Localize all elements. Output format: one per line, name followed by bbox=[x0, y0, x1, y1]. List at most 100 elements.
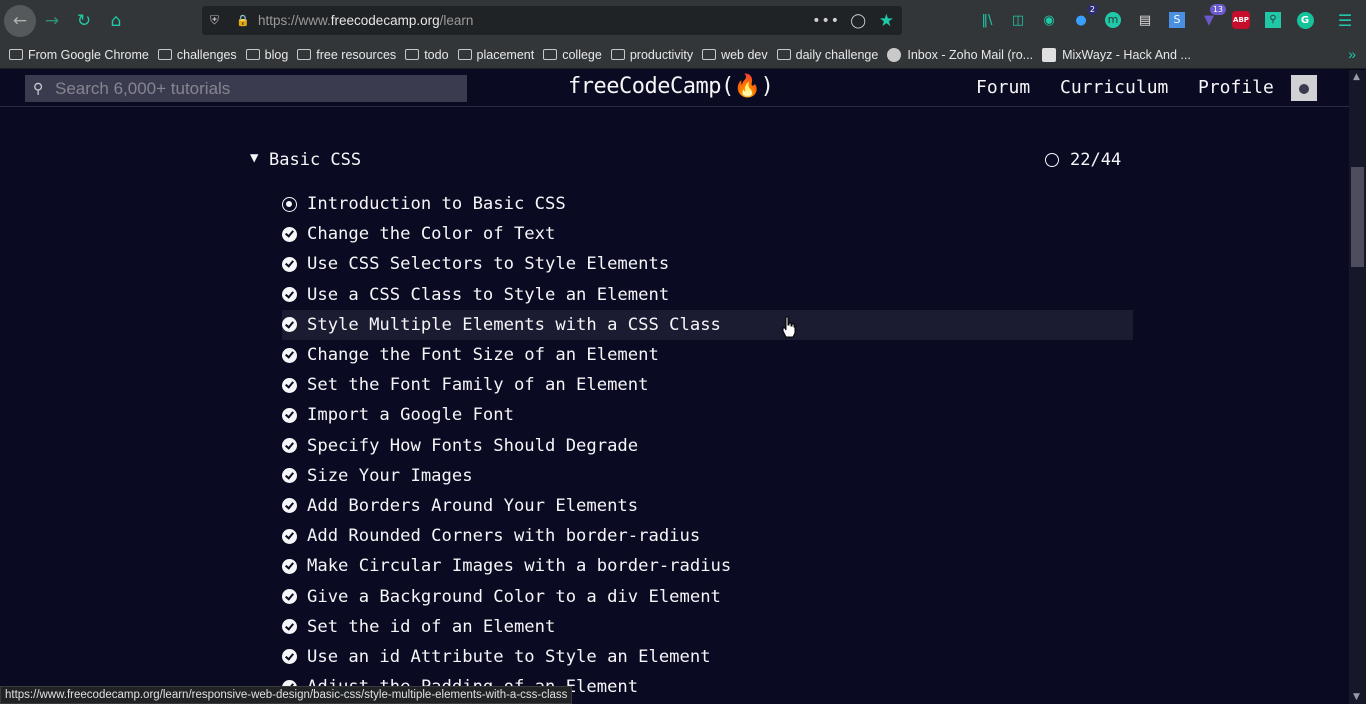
address-bar[interactable]: ⛨ 🔒 https://www.freecodecamp.org/learn •… bbox=[202, 6, 902, 35]
nav-curriculum-link[interactable]: Curriculum bbox=[1060, 77, 1168, 98]
bookmarks-overflow-icon[interactable]: » bbox=[1348, 46, 1356, 62]
bookmark-college[interactable]: college bbox=[543, 48, 602, 62]
challenge-item[interactable]: Introduction to Basic CSS bbox=[282, 189, 1133, 219]
check-circle-icon bbox=[282, 468, 297, 484]
current-challenge-icon bbox=[282, 196, 297, 212]
challenge-list: Introduction to Basic CSS Change the Col… bbox=[282, 189, 1133, 702]
search-extension-icon[interactable]: ⚲ bbox=[1262, 9, 1284, 31]
challenge-item[interactable]: Add Rounded Corners with border-radius bbox=[282, 521, 1133, 551]
page-actions-icon[interactable]: ••• bbox=[812, 13, 840, 29]
check-circle-icon bbox=[282, 589, 297, 605]
check-circle-icon bbox=[282, 438, 297, 454]
folder-icon bbox=[776, 49, 791, 60]
fcc-logo[interactable]: freeCodeCamp(🔥) bbox=[568, 74, 774, 99]
bookmark-daily-challenge[interactable]: daily challenge bbox=[776, 48, 878, 62]
block-header[interactable]: ▼ Basic CSS 22/44 bbox=[250, 150, 1130, 172]
check-circle-icon bbox=[282, 649, 297, 665]
scroll-up-arrow-icon[interactable]: ▲ bbox=[1353, 72, 1360, 82]
search-placeholder: Search 6,000+ tutorials bbox=[55, 78, 231, 98]
url-text[interactable]: https://www.freecodecamp.org/learn bbox=[258, 13, 473, 28]
adblock-plus-icon[interactable]: ABP bbox=[1230, 9, 1252, 31]
folder-icon bbox=[457, 49, 472, 60]
challenge-item[interactable]: Set the id of an Element bbox=[282, 612, 1133, 642]
challenge-item[interactable]: Use CSS Selectors to Style Elements bbox=[282, 249, 1133, 279]
check-circle-icon bbox=[282, 498, 297, 514]
s-extension-icon[interactable]: S bbox=[1166, 9, 1188, 31]
challenge-item[interactable]: Use a CSS Class to Style an Element bbox=[282, 280, 1133, 310]
m-extension-icon[interactable]: m bbox=[1102, 9, 1124, 31]
pocket-icon[interactable]: ◯ bbox=[850, 13, 866, 29]
folder-icon bbox=[405, 49, 420, 60]
challenge-item[interactable]: Change the Font Size of an Element bbox=[282, 340, 1133, 370]
folder-icon bbox=[702, 49, 717, 60]
progress-circle-icon bbox=[1045, 153, 1059, 167]
check-circle-icon bbox=[282, 407, 297, 423]
challenge-item[interactable]: Import a Google Font bbox=[282, 400, 1133, 430]
nav-profile-link[interactable]: Profile bbox=[1198, 77, 1274, 98]
challenge-item[interactable]: Add Borders Around Your Elements bbox=[282, 491, 1133, 521]
scrollbar-thumb[interactable] bbox=[1351, 167, 1364, 267]
nav-forum-link[interactable]: Forum bbox=[976, 77, 1030, 98]
bookmark-placement[interactable]: placement bbox=[457, 48, 534, 62]
avatar[interactable] bbox=[1291, 75, 1317, 101]
bookmarks-bar: From Google Chrome challenges blog free … bbox=[0, 41, 1366, 69]
bookmark-star-icon[interactable]: ★ bbox=[879, 11, 894, 31]
folder-icon bbox=[610, 49, 625, 60]
check-circle-icon bbox=[282, 226, 297, 242]
bookmark-blog[interactable]: blog bbox=[245, 48, 288, 62]
challenge-item[interactable]: Make Circular Images with a border-radiu… bbox=[282, 551, 1133, 581]
folder-icon bbox=[9, 49, 23, 60]
notification-extension-icon[interactable]: ● 2 bbox=[1070, 4, 1098, 31]
mail-extension-icon[interactable]: ▼ 13 bbox=[1198, 4, 1226, 31]
folder-icon bbox=[543, 49, 558, 60]
scroll-down-arrow-icon[interactable]: ▼ bbox=[1353, 692, 1360, 702]
bookmark-mixwayz[interactable]: MixWayz - Hack And ... bbox=[1042, 47, 1191, 62]
bookmark-zoho-mail[interactable]: Inbox - Zoho Mail (ro... bbox=[887, 47, 1033, 62]
check-circle-icon bbox=[282, 558, 297, 574]
lock-icon[interactable]: 🔒 bbox=[236, 14, 250, 27]
folder-icon bbox=[157, 49, 172, 60]
menu-icon[interactable]: ☰ bbox=[1334, 9, 1356, 31]
browser-toolbar: ← → ↻ ⌂ ⛨ 🔒 https://www.freecodecamp.org… bbox=[0, 0, 1366, 41]
home-icon[interactable]: ⌂ bbox=[100, 5, 132, 37]
check-circle-icon bbox=[282, 287, 297, 303]
check-circle-icon bbox=[282, 317, 297, 333]
reader-icon[interactable]: ▤ bbox=[1134, 9, 1156, 31]
sidebar-icon[interactable]: ◫ bbox=[1007, 9, 1029, 31]
reload-icon[interactable]: ↻ bbox=[68, 5, 100, 37]
folder-icon bbox=[245, 49, 260, 60]
challenge-item[interactable]: Use an id Attribute to Style an Element bbox=[282, 642, 1133, 672]
challenge-item[interactable]: Size Your Images bbox=[282, 461, 1133, 491]
challenge-item[interactable]: Give a Background Color to a div Element bbox=[282, 581, 1133, 611]
challenge-item-hovered[interactable]: Style Multiple Elements with a CSS Class bbox=[282, 309, 1133, 340]
check-circle-icon bbox=[282, 377, 297, 393]
search-input[interactable]: ⚲ Search 6,000+ tutorials bbox=[25, 75, 467, 102]
bookmark-web-dev[interactable]: web dev bbox=[702, 48, 768, 62]
check-circle-icon bbox=[282, 256, 297, 272]
grammarly-icon[interactable]: G bbox=[1294, 9, 1316, 31]
bookmark-todo[interactable]: todo bbox=[405, 48, 449, 62]
status-bar-url: https://www.freecodecamp.org/learn/respo… bbox=[0, 686, 573, 704]
page-content: ⚲ Search 6,000+ tutorials freeCodeCamp(🔥… bbox=[0, 70, 1349, 704]
check-circle-icon bbox=[282, 528, 297, 544]
bookmark-productivity[interactable]: productivity bbox=[610, 48, 693, 62]
tracking-shield-icon[interactable]: ⛨ bbox=[210, 13, 224, 28]
zoho-mail-icon bbox=[887, 47, 902, 62]
forward-arrow-icon[interactable]: → bbox=[36, 5, 68, 37]
challenge-item[interactable]: Set the Font Family of an Element bbox=[282, 370, 1133, 400]
challenge-item[interactable]: Change the Color of Text bbox=[282, 219, 1133, 249]
bookmark-challenges[interactable]: challenges bbox=[157, 48, 237, 62]
folder-icon bbox=[297, 49, 312, 60]
site-header: ⚲ Search 6,000+ tutorials freeCodeCamp(🔥… bbox=[0, 70, 1349, 107]
bookmark-from-google-chrome[interactable]: From Google Chrome bbox=[9, 48, 149, 62]
bookmark-free-resources[interactable]: free resources bbox=[297, 48, 396, 62]
back-arrow-icon[interactable]: ← bbox=[4, 4, 36, 37]
challenge-item[interactable]: Specify How Fonts Should Degrade bbox=[282, 431, 1133, 461]
library-icon[interactable]: ‖\ bbox=[976, 9, 998, 31]
block-title: Basic CSS bbox=[269, 150, 362, 170]
search-icon: ⚲ bbox=[33, 80, 44, 97]
page-scrollbar[interactable]: ▲ ▼ bbox=[1349, 70, 1366, 704]
expand-triangle-icon: ▼ bbox=[250, 150, 259, 166]
check-circle-icon bbox=[282, 619, 297, 635]
account-icon[interactable]: ◉ bbox=[1038, 9, 1060, 31]
